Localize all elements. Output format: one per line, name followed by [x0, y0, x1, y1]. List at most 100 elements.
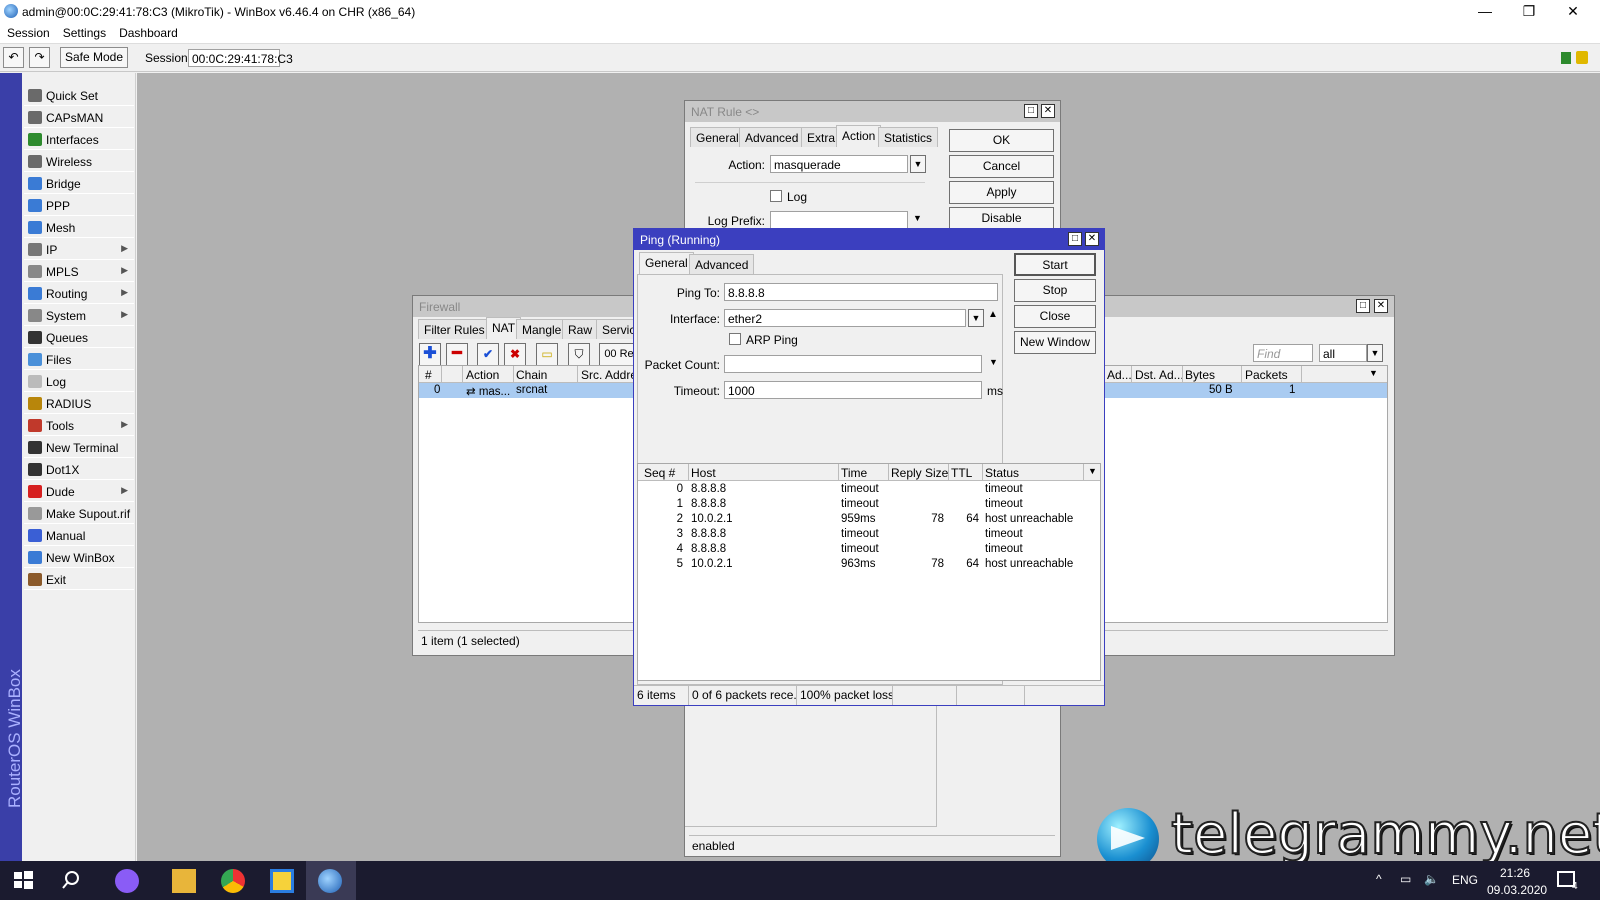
close-dialog-button[interactable]: Close: [1014, 305, 1096, 328]
interface-collapse-icon[interactable]: ▲: [988, 309, 998, 320]
col-time[interactable]: Time: [841, 466, 867, 480]
timeout-input[interactable]: 1000: [724, 381, 982, 399]
sidebar-item-bridge[interactable]: Bridge: [24, 173, 134, 194]
filter-dropdown-icon[interactable]: ▼: [1367, 344, 1383, 362]
menu-settings[interactable]: Settings: [56, 24, 112, 40]
sidebar-item-manual[interactable]: Manual: [24, 525, 134, 546]
nat-maximize-button[interactable]: □: [1024, 104, 1038, 118]
ping-to-input[interactable]: 8.8.8.8: [724, 283, 998, 301]
arp-ping-checkbox[interactable]: [729, 333, 741, 345]
tab-raw[interactable]: Raw: [562, 319, 599, 339]
add-icon[interactable]: ✚: [419, 343, 441, 366]
interface-select[interactable]: ether2: [724, 309, 966, 327]
sidebar-item-mpls[interactable]: MPLS ▶: [24, 261, 134, 282]
clock-date[interactable]: 09.03.2020: [1487, 883, 1547, 897]
col-host[interactable]: Host: [691, 466, 716, 480]
menu-session[interactable]: Session: [0, 24, 56, 40]
sidebar-item-exit[interactable]: Exit: [24, 569, 134, 590]
file-explorer-icon[interactable]: [172, 869, 196, 893]
col-chain[interactable]: Chain: [516, 368, 547, 382]
sidebar-item-new-winbox[interactable]: New WinBox: [24, 547, 134, 568]
log-prefix-input[interactable]: [770, 211, 908, 229]
firewall-close-button[interactable]: ✕: [1374, 299, 1388, 313]
sidebar-item-wireless[interactable]: Wireless: [24, 151, 134, 172]
col-dst-address[interactable]: Dst. Ad...: [1135, 368, 1184, 382]
sidebar-item-radius[interactable]: RADIUS: [24, 393, 134, 414]
log-prefix-dropdown-icon[interactable]: ▼: [913, 213, 922, 223]
ping-tab-advanced[interactable]: Advanced: [689, 254, 755, 274]
chrome-icon[interactable]: [221, 869, 245, 893]
sidebar-item-queues[interactable]: Queues: [24, 327, 134, 348]
sidebar-item-interfaces[interactable]: Interfaces: [24, 129, 134, 150]
winbox-taskbar-button[interactable]: [306, 861, 356, 900]
close-button[interactable]: ✕: [1552, 0, 1594, 24]
disable-button[interactable]: Disable: [949, 207, 1054, 230]
tab-mangle[interactable]: Mangle: [516, 319, 568, 339]
redo-button[interactable]: ↷: [29, 47, 50, 68]
disable-icon[interactable]: ✖: [504, 343, 526, 366]
table-row[interactable]: 3 8.8.8.8 timeout timeout: [638, 527, 1100, 542]
tab-filter-rules[interactable]: Filter Rules: [418, 319, 491, 339]
table-row[interactable]: 1 8.8.8.8 timeout timeout: [638, 497, 1100, 512]
stop-button[interactable]: Stop: [1014, 279, 1096, 302]
col-packets[interactable]: Packets: [1245, 368, 1288, 382]
sidebar-item-tools[interactable]: Tools ▶: [24, 415, 134, 436]
action-select[interactable]: masquerade: [770, 155, 908, 173]
firewall-maximize-button[interactable]: □: [1356, 299, 1370, 313]
col-bytes[interactable]: Bytes: [1185, 368, 1215, 382]
sidebar-item-log[interactable]: Log: [24, 371, 134, 392]
col-status[interactable]: Status: [985, 466, 1019, 480]
language-indicator[interactable]: ENG: [1452, 873, 1478, 887]
volume-icon[interactable]: 🔈: [1424, 872, 1439, 886]
table-row[interactable]: 0 8.8.8.8 timeout timeout: [638, 482, 1100, 497]
windows-start-icon[interactable]: [12, 869, 36, 893]
col-ttl[interactable]: TTL: [951, 466, 972, 480]
sidebar-item-quick-set[interactable]: Quick Set: [24, 85, 134, 106]
network-icon[interactable]: ▭: [1400, 872, 1411, 886]
filter-select[interactable]: all: [1319, 344, 1367, 362]
nat-tab-extra[interactable]: Extra: [801, 127, 842, 147]
filter-icon[interactable]: ⛉: [568, 343, 590, 366]
apply-button[interactable]: Apply: [949, 181, 1054, 204]
columns-dropdown-icon[interactable]: ▼: [1369, 368, 1378, 378]
sidebar-item-capsman[interactable]: CAPsMAN: [24, 107, 134, 128]
new-window-button[interactable]: New Window: [1014, 331, 1096, 354]
comment-icon[interactable]: ▭: [536, 343, 558, 366]
log-checkbox[interactable]: [770, 190, 782, 202]
ping-columns-dropdown-icon[interactable]: ▼: [1088, 466, 1097, 476]
table-row[interactable]: 4 8.8.8.8 timeout timeout: [638, 542, 1100, 557]
sidebar-item-routing[interactable]: Routing ▶: [24, 283, 134, 304]
nat-tab-advanced[interactable]: Advanced: [739, 127, 805, 147]
assistant-icon[interactable]: [115, 869, 139, 893]
sidebar-item-make-supout-rif[interactable]: Make Supout.rif: [24, 503, 134, 524]
safe-mode-button[interactable]: Safe Mode: [60, 47, 128, 68]
table-row[interactable]: 2 10.0.2.1 959ms 78 64 host unreachable: [638, 512, 1100, 527]
sidebar-item-ppp[interactable]: PPP: [24, 195, 134, 216]
ok-button[interactable]: OK: [949, 129, 1054, 152]
col-number[interactable]: #: [425, 368, 432, 382]
col-reply-size[interactable]: Reply Size: [891, 466, 948, 480]
sidebar-item-new-terminal[interactable]: New Terminal: [24, 437, 134, 458]
ping-maximize-button[interactable]: □: [1068, 232, 1082, 246]
nat-tab-action[interactable]: Action: [836, 125, 882, 147]
packet-count-dropdown-icon[interactable]: ▼: [989, 357, 998, 367]
table-row[interactable]: 5 10.0.2.1 963ms 78 64 host unreachable: [638, 557, 1100, 572]
nat-tab-statistics[interactable]: Statistics: [878, 127, 939, 147]
sidebar-item-system[interactable]: System ▶: [24, 305, 134, 326]
find-input[interactable]: Find: [1253, 344, 1313, 362]
packet-count-input[interactable]: [724, 355, 982, 373]
undo-button[interactable]: ↶: [3, 47, 24, 68]
nat-close-button[interactable]: ✕: [1041, 104, 1055, 118]
clock-time[interactable]: 21:26: [1500, 866, 1530, 880]
remove-icon[interactable]: ━: [446, 343, 468, 366]
enable-icon[interactable]: ✔: [477, 343, 499, 366]
minimize-button[interactable]: —: [1464, 0, 1506, 24]
col-in-interface[interactable]: Ad...: [1107, 368, 1132, 382]
menu-dashboard[interactable]: Dashboard: [112, 24, 184, 40]
col-action[interactable]: Action: [466, 368, 499, 382]
interface-dropdown-icon[interactable]: ▼: [968, 309, 984, 327]
tray-expand-icon[interactable]: ^: [1376, 872, 1382, 886]
cancel-button[interactable]: Cancel: [949, 155, 1054, 178]
start-button[interactable]: Start: [1014, 253, 1096, 276]
maximize-button[interactable]: ❐: [1508, 0, 1550, 24]
